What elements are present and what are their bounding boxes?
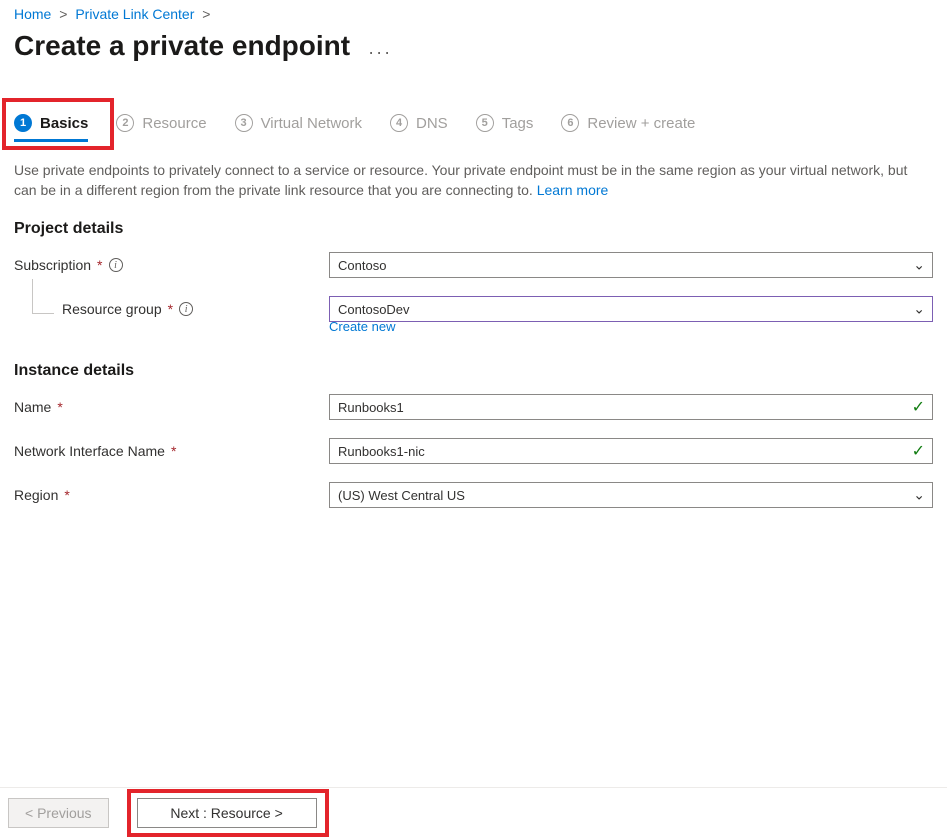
wizard-footer: < Previous Next : Resource > bbox=[0, 787, 947, 838]
chevron-right-icon: > bbox=[59, 6, 67, 22]
chevron-right-icon: > bbox=[202, 6, 210, 22]
label-nic-name: Network Interface Name* bbox=[14, 443, 329, 459]
step-number-icon: 1 bbox=[14, 114, 32, 132]
section-instance-details: Instance details bbox=[14, 362, 933, 380]
tab-label: Tags bbox=[502, 115, 534, 132]
label-resource-group: Resource group* i bbox=[14, 301, 329, 317]
tab-dns[interactable]: 4 DNS bbox=[390, 114, 448, 140]
tab-resource[interactable]: 2 Resource bbox=[116, 114, 206, 140]
section-project-details: Project details bbox=[14, 220, 933, 238]
info-icon[interactable]: i bbox=[109, 258, 123, 272]
next-button[interactable]: Next : Resource > bbox=[137, 798, 317, 828]
tab-label: Review + create bbox=[587, 115, 695, 132]
resource-group-select[interactable] bbox=[329, 296, 933, 322]
breadcrumb-private-link-center[interactable]: Private Link Center bbox=[75, 6, 194, 22]
tab-virtual-network[interactable]: 3 Virtual Network bbox=[235, 114, 362, 140]
step-number-icon: 6 bbox=[561, 114, 579, 132]
label-name: Name* bbox=[14, 399, 329, 415]
label-subscription: Subscription* i bbox=[14, 257, 329, 273]
wizard-tabs: 1 Basics 2 Resource 3 Virtual Network 4 … bbox=[14, 114, 933, 140]
nic-name-input[interactable] bbox=[329, 438, 933, 464]
page-title: Create a private endpoint bbox=[14, 30, 350, 62]
subscription-select[interactable] bbox=[329, 252, 933, 278]
tab-review-create[interactable]: 6 Review + create bbox=[561, 114, 695, 140]
tab-label: Resource bbox=[142, 115, 206, 132]
step-number-icon: 4 bbox=[390, 114, 408, 132]
tab-label: Basics bbox=[40, 115, 88, 132]
previous-button: < Previous bbox=[8, 798, 109, 828]
breadcrumb: Home > Private Link Center > bbox=[14, 6, 933, 22]
learn-more-link[interactable]: Learn more bbox=[537, 182, 609, 198]
tab-label: Virtual Network bbox=[261, 115, 362, 132]
region-select[interactable] bbox=[329, 482, 933, 508]
description-text: Use private endpoints to privately conne… bbox=[14, 160, 933, 200]
label-region: Region* bbox=[14, 487, 329, 503]
step-number-icon: 3 bbox=[235, 114, 253, 132]
more-icon[interactable]: ··· bbox=[368, 40, 392, 63]
name-input[interactable] bbox=[329, 394, 933, 420]
breadcrumb-home[interactable]: Home bbox=[14, 6, 51, 22]
tab-label: DNS bbox=[416, 115, 448, 132]
tab-tags[interactable]: 5 Tags bbox=[476, 114, 534, 140]
info-icon[interactable]: i bbox=[179, 302, 193, 316]
step-number-icon: 5 bbox=[476, 114, 494, 132]
step-number-icon: 2 bbox=[116, 114, 134, 132]
tab-basics[interactable]: 1 Basics bbox=[14, 114, 88, 140]
